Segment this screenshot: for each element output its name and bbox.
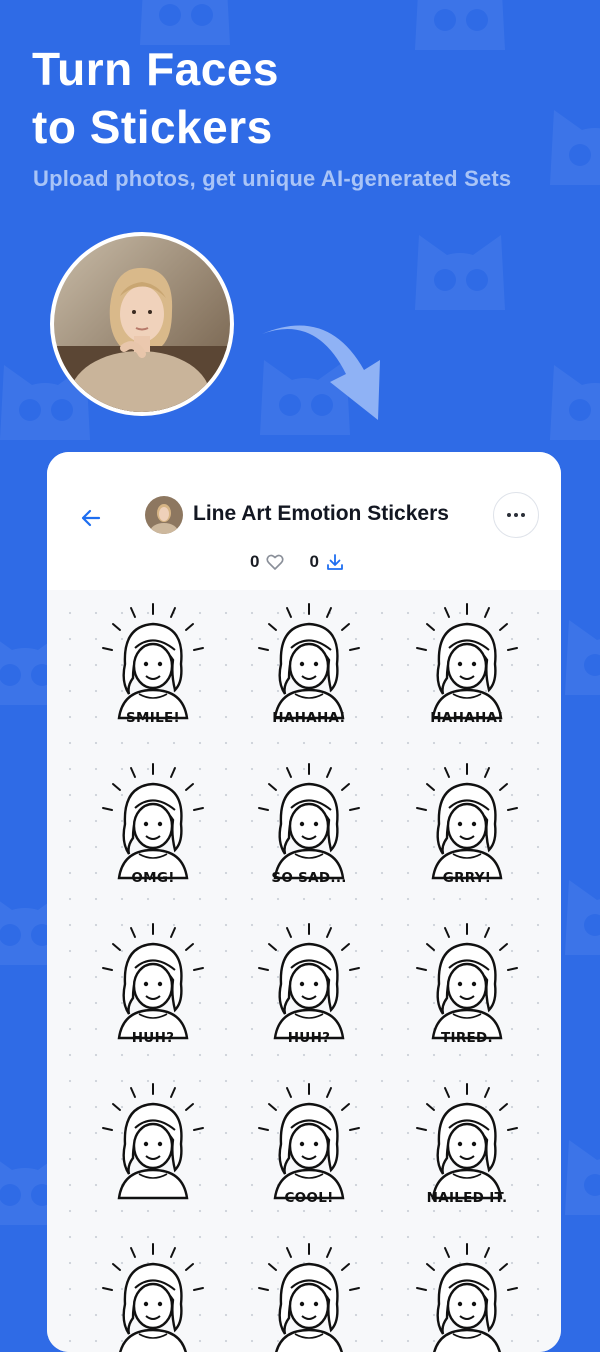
sticker-item[interactable] bbox=[397, 1238, 537, 1352]
sticker-item[interactable]: SMILE! bbox=[83, 598, 223, 738]
downloads-stat[interactable]: 0 bbox=[309, 552, 344, 572]
sticker-item[interactable]: HAHAHA! bbox=[239, 598, 379, 738]
hero-subtitle: Upload photos, get unique AI-generated S… bbox=[33, 166, 512, 191]
sticker-item[interactable]: HAHAHA! bbox=[397, 598, 537, 738]
cat-icon bbox=[555, 870, 600, 960]
set-header: Line Art Emotion Stickers 0 0 bbox=[47, 452, 561, 591]
sticker-item[interactable]: SO SAD... bbox=[239, 758, 379, 898]
sticker-label: NAILED IT. bbox=[426, 1190, 508, 1206]
sticker-face-icon bbox=[102, 1083, 204, 1200]
sticker-item[interactable]: HUH? bbox=[83, 918, 223, 1058]
sticker-face-icon bbox=[102, 1243, 204, 1352]
sticker-face-icon bbox=[258, 1243, 360, 1352]
hero-title: Turn Faces to Stickers bbox=[32, 43, 279, 153]
sticker-label: TIRED. bbox=[441, 1030, 493, 1046]
sticker-item[interactable]: HUH? bbox=[239, 918, 379, 1058]
sticker-label: COOL! bbox=[284, 1190, 334, 1206]
cat-icon bbox=[405, 0, 515, 55]
sticker-label: HAHAHA! bbox=[430, 710, 504, 726]
set-title: Line Art Emotion Stickers bbox=[193, 502, 449, 525]
sticker-face-icon bbox=[416, 1243, 518, 1352]
cat-icon bbox=[555, 1130, 600, 1220]
sticker-item[interactable] bbox=[83, 1078, 223, 1218]
sticker-label: HUH? bbox=[287, 1030, 331, 1046]
curved-arrow-icon bbox=[262, 325, 380, 420]
cat-icon bbox=[405, 225, 515, 315]
cat-icon bbox=[555, 610, 600, 700]
sticker-grid: SMILE! HAHAHA! HAHAHA! OMG! SO SAD... GR… bbox=[47, 590, 561, 1352]
sticker-item[interactable]: NAILED IT. bbox=[397, 1078, 537, 1218]
sticker-label: SO SAD... bbox=[271, 870, 347, 886]
sticker-label: SMILE! bbox=[126, 710, 180, 726]
more-horizontal-icon bbox=[507, 513, 511, 517]
sticker-item[interactable]: COOL! bbox=[239, 1078, 379, 1218]
sticker-item[interactable]: OMG! bbox=[83, 758, 223, 898]
downloads-count: 0 bbox=[309, 552, 319, 571]
sticker-item[interactable] bbox=[83, 1238, 223, 1352]
sticker-set-card: Line Art Emotion Stickers 0 0 SMILE! HAH… bbox=[47, 452, 561, 1352]
sticker-label: HUH? bbox=[131, 1030, 175, 1046]
sticker-label: HAHAHA! bbox=[272, 710, 346, 726]
likes-count: 0 bbox=[250, 552, 260, 571]
sticker-item[interactable]: TIRED. bbox=[397, 918, 537, 1058]
cat-icon bbox=[540, 355, 600, 445]
more-options-button[interactable] bbox=[493, 492, 539, 538]
heart-icon[interactable] bbox=[265, 552, 285, 572]
cat-icon bbox=[540, 100, 600, 190]
likes-stat[interactable]: 0 bbox=[250, 552, 285, 572]
set-avatar bbox=[145, 496, 183, 534]
arrow-left-icon[interactable] bbox=[77, 504, 105, 532]
sticker-label: GRRY! bbox=[442, 870, 492, 886]
download-icon[interactable] bbox=[325, 552, 345, 572]
set-stats: 0 0 bbox=[250, 552, 345, 572]
sticker-item[interactable]: GRRY! bbox=[397, 758, 537, 898]
uploaded-photo bbox=[50, 232, 234, 416]
portrait-image bbox=[54, 236, 230, 412]
sticker-item[interactable] bbox=[239, 1238, 379, 1352]
sticker-label: OMG! bbox=[131, 870, 175, 886]
